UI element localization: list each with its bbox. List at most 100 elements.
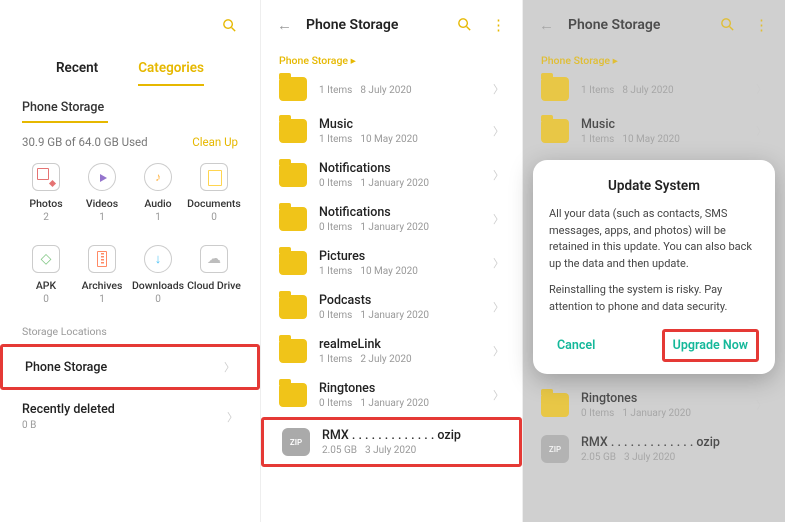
file-items: 0 Items — [319, 310, 352, 321]
grid-documents[interactable]: Documents 0 — [186, 163, 242, 223]
file-date: 2 July 2020 — [360, 354, 411, 365]
recently-deleted-sub: 0 B — [22, 420, 115, 431]
file-zip-rmx[interactable]: ZIP RMX . . . . . . . . . . . . . ozip 2… — [261, 417, 522, 467]
label: Documents — [187, 197, 241, 210]
file-date: 10 May 2020 — [622, 134, 680, 145]
label: Audio — [144, 197, 171, 210]
folder-icon — [279, 207, 307, 231]
panel-update-dialog: ← Phone Storage ⋮ Phone Storage ▸ 1 Item… — [523, 0, 785, 522]
count: 1 — [155, 212, 161, 223]
chevron-right-icon: 〉 — [756, 123, 767, 139]
header-actions: ⋮ — [456, 16, 506, 34]
file-name: Ringtones — [319, 381, 481, 396]
folder-icon — [279, 163, 307, 187]
panel-file-manager-home: Recent Categories Phone Storage 30.9 GB … — [0, 0, 261, 522]
grid-audio[interactable]: Audio 1 — [130, 163, 186, 223]
cancel-button[interactable]: Cancel — [549, 332, 603, 359]
file-items: 1 Items — [319, 85, 352, 96]
grid-photos[interactable]: Photos2 — [18, 163, 74, 223]
file-name: realmeLink — [319, 337, 481, 352]
dialog-paragraph: Reinstalling the system is risky. Pay at… — [549, 282, 759, 315]
tab-categories[interactable]: Categories — [138, 54, 204, 86]
folder-row[interactable]: Music 1 Items 10 May 2020 〉 — [523, 109, 785, 153]
file-name: Pictures — [319, 249, 481, 264]
chevron-right-icon: 〉 — [493, 255, 504, 271]
phone-storage-item[interactable]: Phone Storage 〉 — [0, 344, 260, 390]
more-icon[interactable]: ⋮ — [754, 16, 769, 34]
file-name: RMX . . . . . . . . . . . . . ozip — [581, 435, 767, 450]
phone-storage-label: Phone Storage — [25, 360, 107, 375]
folder-icon — [541, 119, 569, 143]
panel-phone-storage-list: ← Phone Storage ⋮ Phone Storage ▸ 1 Item… — [261, 0, 523, 522]
search-icon[interactable] — [221, 17, 238, 34]
usage-row: 30.9 GB of 64.0 GB Used Clean Up — [0, 123, 260, 163]
apk-icon — [32, 245, 60, 273]
file-name: Podcasts — [319, 293, 481, 308]
folder-row[interactable]: realmeLink 1 Items 2 July 2020 〉 — [261, 329, 522, 373]
categories-grid: Photos2 Videos1 Audio 1 Documents 0 APK0 A… — [0, 163, 260, 305]
file-items: 0 Items — [319, 178, 352, 189]
folder-icon — [279, 339, 307, 363]
folder-row[interactable]: Pictures1 Items10 May 2020〉 — [261, 241, 522, 285]
folder-row[interactable]: Notifications0 Items1 January 2020〉 — [261, 153, 522, 197]
file-name: Music — [581, 117, 744, 132]
breadcrumb[interactable]: Phone Storage ▸ — [261, 50, 522, 77]
count: 0 — [211, 212, 217, 223]
chevron-right-icon: 〉 — [493, 299, 504, 315]
tabs: Recent Categories — [0, 54, 260, 86]
back-icon[interactable]: ← — [539, 16, 554, 34]
update-system-dialog: Update System All your data (such as con… — [533, 160, 775, 374]
file-zip-rmx[interactable]: ZIP RMX . . . . . . . . . . . . . ozip 2… — [523, 427, 785, 471]
grid-downloads[interactable]: Downloads0 — [130, 245, 186, 305]
folder-row[interactable]: 1 Items8 July 2020〉 — [261, 77, 522, 109]
folder-icon — [279, 77, 307, 101]
header: ← Phone Storage ⋮ — [261, 0, 522, 50]
header-actions: ⋮ — [719, 16, 769, 34]
more-icon[interactable]: ⋮ — [491, 16, 506, 34]
folder-row[interactable]: Music1 Items10 May 2020〉 — [261, 109, 522, 153]
dialog-paragraph: All your data (such as contacts, SMS mes… — [549, 206, 759, 272]
breadcrumb[interactable]: Phone Storage ▸ — [523, 50, 785, 77]
page-title: Phone Storage — [306, 17, 442, 33]
folder-icon — [279, 251, 307, 275]
count: 0 — [43, 294, 49, 305]
cleanup-link[interactable]: Clean Up — [192, 135, 238, 149]
count: 1 — [99, 294, 105, 305]
chevron-right-icon: 〉 — [227, 409, 238, 425]
chevron-right-icon: 〉 — [493, 343, 504, 359]
file-items: 1 Items — [581, 134, 614, 145]
file-name: Notifications — [319, 205, 481, 220]
grid-apk[interactable]: APK0 — [18, 245, 74, 305]
file-items: 0 Items — [581, 408, 614, 419]
usage-text: 30.9 GB of 64.0 GB Used — [22, 135, 148, 149]
upgrade-now-button[interactable]: Upgrade Now — [662, 329, 759, 362]
grid-archives[interactable]: Archives1 — [74, 245, 130, 305]
grid-videos[interactable]: Videos1 — [74, 163, 130, 223]
folder-row[interactable]: Ringtones0 Items1 January 2020〉 — [261, 373, 522, 417]
label: Downloads — [132, 279, 184, 292]
chevron-right-icon: 〉 — [756, 81, 767, 97]
grid-clouddrive[interactable]: Cloud Drive — [186, 245, 242, 305]
search-icon[interactable] — [719, 16, 736, 33]
dialog-body: All your data (such as contacts, SMS mes… — [549, 206, 759, 315]
search-icon[interactable] — [456, 16, 473, 33]
dialog-title: Update System — [549, 178, 759, 194]
folder-row[interactable]: 1 Items8 July 2020〉 — [523, 77, 785, 109]
folder-row[interactable]: Podcasts0 Items1 January 2020〉 — [261, 285, 522, 329]
folder-row[interactable]: Notifications0 Items1 January 2020〉 — [261, 197, 522, 241]
header: ← Phone Storage ⋮ — [523, 0, 785, 50]
recently-deleted-item[interactable]: Recently deleted 0 B 〉 — [0, 390, 260, 443]
tab-recent[interactable]: Recent — [56, 54, 98, 86]
documents-icon — [200, 163, 228, 191]
dialog-actions: Cancel Upgrade Now — [549, 329, 759, 362]
top-bar — [0, 0, 260, 50]
chevron-right-icon: 〉 — [224, 359, 235, 375]
folder-row[interactable]: Ringtones0 Items1 January 2020〉 — [523, 383, 785, 427]
cloud-icon — [200, 245, 228, 273]
downloads-icon — [144, 245, 172, 273]
file-items: 1 Items — [319, 354, 352, 365]
chevron-right-icon: 〉 — [493, 123, 504, 139]
storage-locations-header: Storage Locations — [0, 305, 260, 344]
chevron-right-icon: 〉 — [493, 387, 504, 403]
back-icon[interactable]: ← — [277, 16, 292, 34]
